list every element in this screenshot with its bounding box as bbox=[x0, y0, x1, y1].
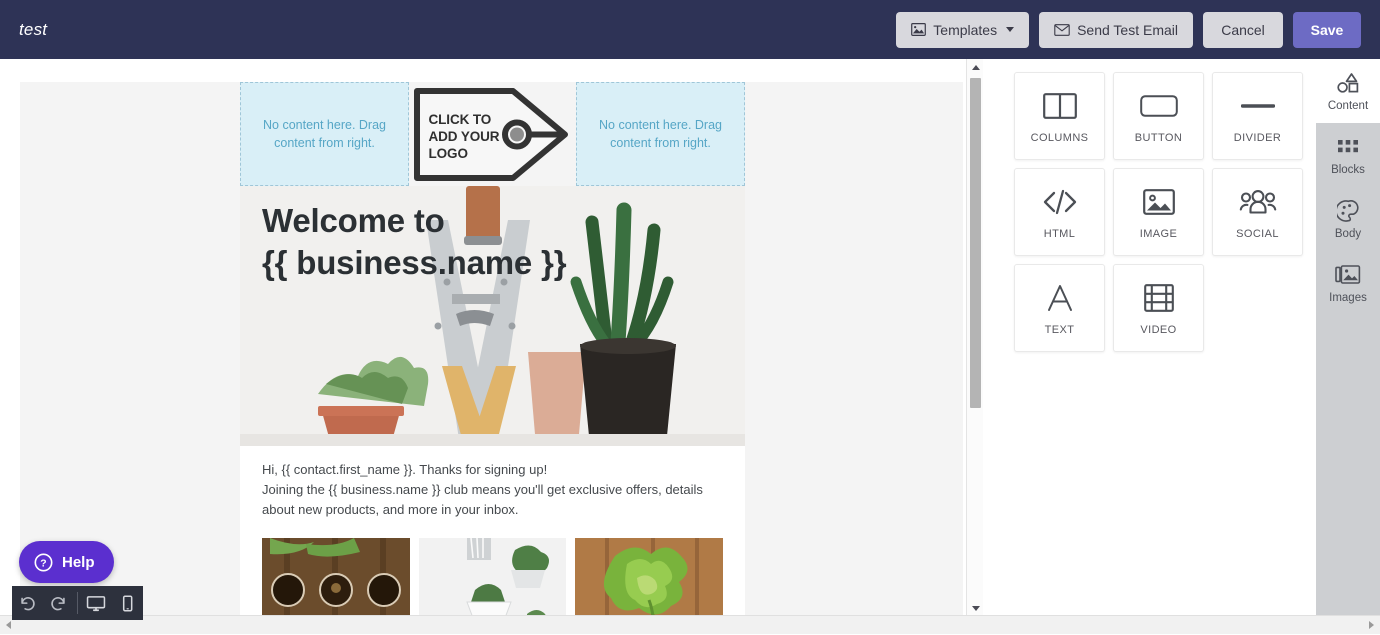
hero-heading: Welcome to {{ business.name }} bbox=[262, 200, 567, 284]
content-tile-social[interactable]: SOCIAL bbox=[1212, 168, 1303, 256]
canvas-vertical-scrollbar[interactable] bbox=[966, 59, 983, 617]
content-tile-html[interactable]: HTML bbox=[1014, 168, 1105, 256]
logo-placeholder[interactable]: CLICK TO ADD YOUR LOGO bbox=[409, 82, 576, 186]
shapes-icon bbox=[1336, 71, 1360, 95]
dropzone-right-label: No content here. Drag content from right… bbox=[599, 117, 722, 150]
top-bar: test Templates Send Test Email Cancel Sa… bbox=[0, 0, 1380, 59]
mobile-preview-button[interactable] bbox=[112, 586, 143, 620]
tab-images-label: Images bbox=[1329, 291, 1367, 304]
content-tile-text[interactable]: TEXT bbox=[1014, 264, 1105, 352]
email-canvas[interactable]: No content here. Drag content from right… bbox=[0, 59, 983, 617]
photos-stack-icon bbox=[1335, 263, 1361, 287]
content-tile-html-label: HTML bbox=[1043, 227, 1076, 240]
body-text-line2: Joining the {{ business.name }} club mea… bbox=[262, 482, 703, 518]
send-test-email-button[interactable]: Send Test Email bbox=[1039, 11, 1193, 48]
tab-images[interactable]: Images bbox=[1316, 251, 1380, 315]
content-panel: COLUMNS BUTTON DIVIDER HTML IMAGE SOCIAL… bbox=[1000, 59, 1316, 617]
content-tile-columns[interactable]: COLUMNS bbox=[1014, 72, 1105, 160]
hero-block[interactable]: Welcome to {{ business.name }} bbox=[240, 186, 745, 446]
question-circle-icon: ? bbox=[34, 553, 53, 572]
toolbar-divider bbox=[77, 592, 78, 614]
horizontal-scrollbar[interactable] bbox=[0, 615, 1380, 634]
hero-heading-line2: {{ business.name }} bbox=[262, 244, 567, 282]
chevron-down-icon bbox=[1006, 27, 1015, 32]
image-icon bbox=[911, 23, 927, 36]
thumbnail-image-3[interactable] bbox=[575, 538, 724, 617]
desktop-preview-button[interactable] bbox=[81, 586, 112, 620]
content-tile-button[interactable]: BUTTON bbox=[1113, 72, 1204, 160]
content-tile-video[interactable]: VIDEO bbox=[1113, 264, 1204, 352]
scroll-up-arrow-icon[interactable] bbox=[967, 59, 983, 76]
tab-blocks[interactable]: Blocks bbox=[1316, 123, 1380, 187]
help-button[interactable]: ? Help bbox=[19, 541, 114, 583]
campaign-title: test bbox=[19, 19, 48, 39]
workspace: No content here. Drag content from right… bbox=[0, 59, 1380, 634]
cancel-button[interactable]: Cancel bbox=[1203, 11, 1283, 48]
content-tile-divider-label: DIVIDER bbox=[1233, 131, 1282, 144]
columns-icon bbox=[1042, 89, 1077, 123]
send-test-email-label: Send Test Email bbox=[1077, 21, 1178, 38]
content-tile-divider[interactable]: DIVIDER bbox=[1212, 72, 1303, 160]
desktop-monitor-icon bbox=[87, 595, 106, 611]
top-bar-actions: Templates Send Test Email Cancel Save bbox=[896, 11, 1361, 48]
logo-placeholder-label: CLICK TO ADD YOUR LOGO bbox=[428, 111, 500, 162]
body-text-line1: Hi, {{ contact.first_name }}. Thanks for… bbox=[262, 462, 548, 477]
button-icon bbox=[1139, 89, 1178, 123]
tab-body-label: Body bbox=[1334, 227, 1362, 240]
content-tile-grid: COLUMNS BUTTON DIVIDER HTML IMAGE SOCIAL… bbox=[1014, 72, 1304, 352]
tab-content[interactable]: Content bbox=[1316, 59, 1380, 123]
hero-heading-line1: Welcome to bbox=[262, 202, 445, 239]
content-tile-button-label: BUTTON bbox=[1134, 131, 1183, 144]
logo-row: No content here. Drag content from right… bbox=[240, 82, 745, 186]
body-text-block[interactable]: Hi, {{ contact.first_name }}. Thanks for… bbox=[240, 446, 745, 531]
grid-squares-icon bbox=[1337, 135, 1359, 159]
save-button[interactable]: Save bbox=[1293, 11, 1361, 48]
svg-text:?: ? bbox=[40, 558, 46, 569]
letter-a-icon bbox=[1045, 281, 1075, 315]
scrollbar-thumb[interactable] bbox=[970, 78, 981, 408]
dropzone-left[interactable]: No content here. Drag content from right… bbox=[240, 82, 409, 186]
editor-toolbar bbox=[12, 586, 143, 620]
mobile-phone-icon bbox=[122, 595, 133, 611]
dropzone-right[interactable]: No content here. Drag content from right… bbox=[576, 82, 745, 186]
code-icon bbox=[1042, 185, 1078, 219]
divider-icon bbox=[1240, 89, 1275, 123]
email-body: No content here. Drag content from right… bbox=[20, 82, 963, 617]
content-tile-image[interactable]: IMAGE bbox=[1113, 168, 1204, 256]
tab-content-label: Content bbox=[1327, 99, 1369, 112]
help-button-label: Help bbox=[62, 553, 95, 571]
image-row-block[interactable] bbox=[240, 530, 745, 617]
thumbnail-image-1[interactable] bbox=[262, 538, 410, 617]
content-tile-social-label: SOCIAL bbox=[1236, 227, 1279, 240]
panel-tab-strip: Content Blocks Body Images bbox=[1316, 59, 1380, 617]
dropzone-left-label: No content here. Drag content from right… bbox=[263, 117, 386, 150]
palette-icon bbox=[1336, 199, 1360, 223]
logo-tag-graphic: CLICK TO ADD YOUR LOGO bbox=[413, 85, 573, 184]
people-group-icon bbox=[1239, 185, 1277, 219]
templates-button[interactable]: Templates bbox=[896, 11, 1030, 48]
save-button-label: Save bbox=[1310, 21, 1344, 38]
image-icon bbox=[1142, 185, 1175, 219]
envelope-icon bbox=[1054, 23, 1070, 36]
content-tile-text-label: TEXT bbox=[1044, 323, 1075, 336]
templates-button-label: Templates bbox=[933, 21, 998, 38]
thumbnail-image-2[interactable] bbox=[418, 538, 567, 617]
film-strip-icon bbox=[1143, 281, 1174, 315]
tab-body[interactable]: Body bbox=[1316, 187, 1380, 251]
content-tile-columns-label: COLUMNS bbox=[1030, 131, 1089, 144]
content-tile-image-label: IMAGE bbox=[1139, 227, 1178, 240]
redo-arrow-icon bbox=[51, 596, 65, 610]
undo-button[interactable] bbox=[12, 586, 43, 620]
redo-button[interactable] bbox=[43, 586, 74, 620]
content-tile-video-label: VIDEO bbox=[1140, 323, 1177, 336]
email-content: Welcome to {{ business.name }} Hi, {{ co… bbox=[240, 186, 745, 617]
undo-arrow-icon bbox=[21, 596, 35, 610]
cancel-button-label: Cancel bbox=[1221, 21, 1265, 38]
scroll-right-arrow-icon[interactable] bbox=[1363, 616, 1380, 635]
tab-blocks-label: Blocks bbox=[1331, 163, 1365, 176]
